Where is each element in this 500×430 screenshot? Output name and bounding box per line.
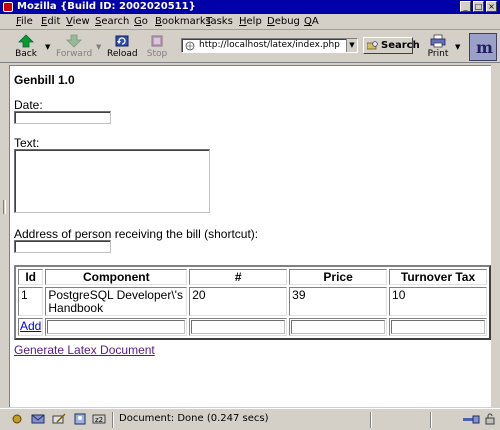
online-status-icon[interactable]: [462, 413, 482, 425]
close-button[interactable]: ×: [486, 1, 497, 12]
page-heading: Genbill 1.0: [14, 73, 75, 87]
browser-window: Mozilla {Build ID: 2002020511} _ □ × Fil…: [0, 0, 500, 430]
search-icon: [367, 41, 378, 50]
security-icon[interactable]: [484, 413, 496, 425]
stop-icon: [151, 35, 163, 47]
back-label: Back: [15, 49, 37, 59]
address-label: Address of person receiving the bill (sh…: [14, 227, 259, 241]
mail-icon[interactable]: [31, 413, 45, 425]
add-row: Add: [18, 318, 487, 336]
text-textarea[interactable]: [14, 149, 210, 213]
table-row: 1 PostgreSQL Developer\'s Handbook 20 39…: [18, 287, 487, 316]
new-qty-input[interactable]: [191, 320, 286, 334]
status-bar: z2 Document: Done (0.247 secs): [0, 408, 500, 430]
back-button[interactable]: Back: [12, 32, 40, 61]
generate-latex-link[interactable]: Generate Latex Document: [14, 343, 155, 357]
col-header-component: Component: [45, 269, 188, 285]
svg-text:z2: z2: [95, 416, 103, 424]
search-label: Search: [381, 40, 420, 51]
forward-label: Forward: [56, 49, 93, 59]
forward-button[interactable]: Forward: [56, 32, 92, 61]
add-link[interactable]: Add: [20, 319, 41, 333]
new-price-input[interactable]: [291, 320, 386, 334]
text-label: Text:: [14, 136, 40, 150]
url-bar[interactable]: http://localhost/latex/index.php ▼: [181, 38, 358, 53]
stop-button[interactable]: Stop: [145, 32, 169, 61]
print-button[interactable]: Print: [424, 32, 452, 61]
mozilla-throbber-icon[interactable]: m: [469, 33, 497, 61]
col-header-id: Id: [18, 269, 44, 285]
back-dropdown-icon[interactable]: ▼: [45, 43, 50, 51]
window-frame-right: [491, 65, 500, 407]
stop-label: Stop: [146, 49, 168, 59]
chat-icon[interactable]: z2: [92, 413, 106, 425]
menu-qa[interactable]: QA: [304, 16, 319, 27]
search-button[interactable]: Search: [363, 37, 420, 54]
page-icon: [185, 41, 195, 51]
url-text[interactable]: http://localhost/latex/index.php: [199, 40, 340, 50]
reload-icon: [115, 35, 129, 47]
menu-view[interactable]: View: [66, 16, 90, 27]
forward-dropdown-icon[interactable]: ▼: [96, 43, 101, 51]
maximize-button[interactable]: □: [473, 1, 484, 12]
menu-tasks[interactable]: Tasks: [206, 16, 233, 27]
add-cell: Add: [18, 318, 44, 336]
cell-component: PostgreSQL Developer\'s Handbook: [45, 287, 188, 316]
reload-label: Reload: [107, 49, 138, 59]
menu-search[interactable]: Search: [95, 16, 129, 27]
col-header-qty: #: [189, 269, 288, 285]
reload-button[interactable]: Reload: [107, 32, 138, 61]
date-input[interactable]: [14, 111, 111, 124]
menu-bar: File Edit View Search Go Bookmarks Tasks…: [0, 14, 500, 30]
menu-bookmarks[interactable]: Bookmarks: [155, 16, 211, 27]
cell-qty: 20: [189, 287, 288, 316]
new-component-input[interactable]: [47, 320, 186, 334]
title-bar: Mozilla {Build ID: 2002020511} _ □ ×: [0, 0, 500, 14]
bill-table: Id Component # Price Turnover Tax 1 Post…: [14, 265, 491, 340]
status-text: Document: Done (0.247 secs): [119, 413, 269, 424]
minimize-button[interactable]: _: [460, 1, 471, 12]
menu-edit[interactable]: Edit: [41, 16, 60, 27]
forward-arrow-icon: [66, 34, 82, 48]
col-header-tax: Turnover Tax: [389, 269, 487, 285]
col-header-price: Price: [289, 269, 388, 285]
menu-debug[interactable]: Debug: [267, 16, 300, 27]
page-content: Genbill 1.0 Date: Text: Address of perso…: [9, 65, 491, 407]
sidebar-splitter[interactable]: [0, 65, 9, 407]
cell-tax: 10: [389, 287, 487, 316]
printer-icon: [430, 34, 446, 48]
back-arrow-icon: [18, 34, 34, 48]
address-input[interactable]: [14, 240, 111, 253]
table-header-row: Id Component # Price Turnover Tax: [18, 269, 487, 285]
cell-id: 1: [18, 287, 44, 316]
print-label: Print: [427, 49, 449, 59]
mozilla-app-icon[interactable]: [3, 2, 13, 12]
url-history-dropdown-icon[interactable]: ▼: [346, 39, 357, 52]
cell-price: 39: [289, 287, 388, 316]
print-dropdown-icon[interactable]: ▼: [455, 43, 460, 51]
date-label: Date:: [14, 98, 43, 112]
window-title: Mozilla {Build ID: 2002020511}: [17, 1, 196, 12]
addressbook-icon[interactable]: [73, 413, 87, 425]
menu-go[interactable]: Go: [134, 16, 148, 27]
navigator-icon[interactable]: [10, 413, 24, 425]
menu-file[interactable]: File: [16, 16, 33, 27]
menu-help[interactable]: Help: [239, 16, 262, 27]
composer-icon[interactable]: [52, 413, 66, 425]
new-tax-input[interactable]: [391, 320, 485, 334]
